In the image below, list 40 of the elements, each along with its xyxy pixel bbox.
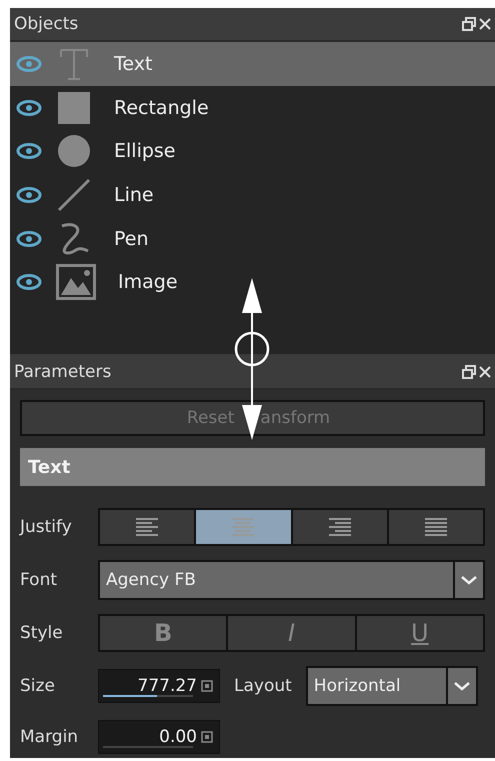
- close-icon[interactable]: [479, 17, 491, 31]
- eye-icon[interactable]: [16, 230, 42, 247]
- eye-icon[interactable]: [16, 100, 42, 116]
- chevron-down-icon: [452, 681, 471, 691]
- chevron-down-icon: [460, 575, 478, 585]
- number-field[interactable]: 0.00: [98, 720, 220, 754]
- align-icon: [231, 516, 256, 538]
- circle-icon: [56, 133, 92, 170]
- object-row[interactable]: Text: [10, 42, 495, 86]
- spin-icon[interactable]: [201, 731, 213, 743]
- line-icon: [56, 176, 92, 213]
- section-header: Text: [20, 448, 485, 486]
- close-icon[interactable]: [479, 365, 491, 379]
- align-icon: [424, 516, 448, 538]
- image-icon: [56, 264, 96, 300]
- eye-icon[interactable]: [16, 186, 42, 203]
- font-dropdown[interactable]: Agency FB: [98, 560, 485, 600]
- object-row[interactable]: Pen: [10, 216, 495, 260]
- object-row[interactable]: Rectangle: [10, 86, 495, 130]
- field-label: Layout: [234, 676, 292, 696]
- field-label: Font: [20, 570, 58, 590]
- float-icon[interactable]: [462, 17, 476, 31]
- layout-dropdown[interactable]: Horizontal: [306, 666, 478, 706]
- align-icon: [328, 516, 352, 538]
- field-label: Size: [20, 676, 56, 696]
- field-label: Margin: [20, 727, 80, 747]
- field-label: Style: [20, 623, 64, 643]
- object-row[interactable]: Ellipse: [10, 129, 495, 174]
- panel-title: Parameters: [14, 362, 112, 382]
- eye-icon[interactable]: [16, 274, 42, 290]
- square-icon: [56, 90, 92, 126]
- field-label: Justify: [20, 517, 73, 537]
- object-row[interactable]: Image: [10, 260, 495, 304]
- eye-icon[interactable]: [16, 143, 42, 160]
- float-icon[interactable]: [462, 365, 476, 379]
- spin-icon[interactable]: [201, 680, 213, 692]
- panel-title: Objects: [14, 14, 78, 34]
- number-field[interactable]: 777.27: [98, 669, 220, 703]
- align-icon: [135, 516, 160, 538]
- object-row[interactable]: Line: [10, 173, 495, 217]
